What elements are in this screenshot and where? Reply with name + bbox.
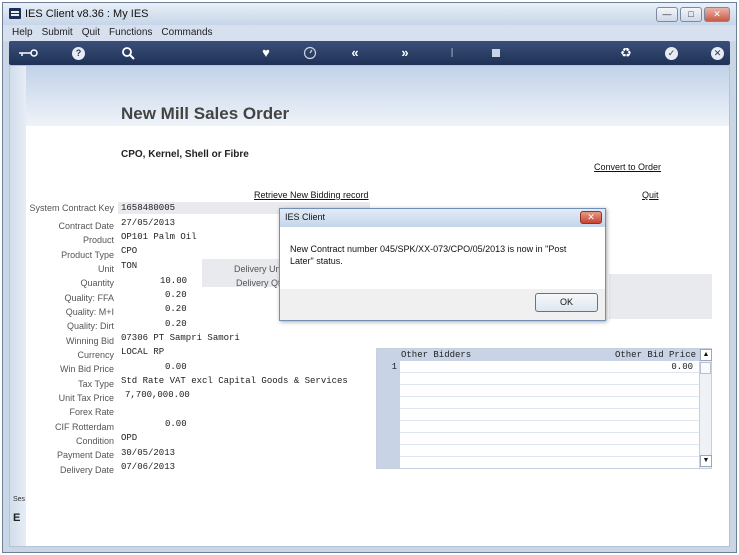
minimize-button[interactable]: —	[656, 7, 678, 22]
convert-to-order-link[interactable]: Convert to Order	[594, 162, 661, 172]
table-row[interactable]	[400, 397, 699, 409]
app-icon	[9, 8, 21, 19]
title-bar: IES Client v8.36 : My IES — □ ✕	[3, 3, 736, 25]
session-icon: E	[13, 512, 21, 524]
rewind-icon[interactable]: «	[347, 45, 363, 61]
value-product-type[interactable]: CPO	[121, 246, 137, 256]
value-unit[interactable]: TON	[121, 261, 137, 271]
label-quantity: Quantity	[80, 278, 114, 288]
value-quality-mi[interactable]: 0.20	[165, 304, 187, 314]
retrieve-bidding-link[interactable]: Retrieve New Bidding record	[254, 190, 369, 200]
value-unit-tax-price[interactable]: 7,700,000.00	[125, 390, 190, 400]
label-delivery-date: Delivery Date	[59, 465, 114, 475]
window-title: IES Client v8.36 : My IES	[25, 8, 149, 20]
label-tax-type: Tax Type	[78, 379, 114, 389]
value-quality-ffa[interactable]: 0.20	[165, 290, 187, 300]
table-row[interactable]: 0.00	[400, 361, 699, 373]
value-delivery-date[interactable]: 07/06/2013	[121, 462, 175, 472]
label-winning-bid: Winning Bid	[65, 336, 114, 346]
value-quality-dirt[interactable]: 0.20	[165, 319, 187, 329]
label-win-bid-price: Win Bid Price	[59, 364, 114, 374]
label-forex-rate: Forex Rate	[69, 407, 114, 417]
column-other-bid-price[interactable]: Other Bid Price	[615, 350, 696, 360]
page-title: New Mill Sales Order	[121, 104, 290, 123]
close-icon[interactable]: ✕	[711, 47, 724, 60]
menu-commands[interactable]: Commands	[161, 25, 212, 41]
scroll-up-icon[interactable]: ▲	[700, 349, 712, 361]
table-row[interactable]	[400, 385, 699, 397]
value-condition[interactable]: OPD	[121, 433, 137, 443]
label-condition: Condition	[75, 436, 114, 446]
menu-quit[interactable]: Quit	[82, 25, 100, 41]
menu-functions[interactable]: Functions	[109, 25, 152, 41]
heart-icon[interactable]: ♥	[259, 45, 273, 61]
page-subtitle: CPO, Kernel, Shell or Fibre	[121, 149, 249, 160]
recycle-icon[interactable]: ♻	[618, 45, 634, 61]
label-system-contract-key: System Contract Key	[29, 203, 114, 213]
table-row[interactable]	[400, 373, 699, 385]
value-cif-rotterdam[interactable]: 0.00	[165, 419, 187, 429]
other-bidders-grid: Other Bidders Other Bid Price 1 0.00 ▲ ▼	[376, 348, 712, 469]
dialog-body: New Contract number 045/SPK/XX-073/CPO/0…	[280, 227, 605, 289]
value-tax-type[interactable]: Std Rate VAT excl Capital Goods & Servic…	[121, 376, 348, 386]
value-quantity[interactable]: 10.00	[160, 276, 187, 286]
column-other-bidders[interactable]: Other Bidders	[401, 350, 471, 360]
ok-button[interactable]: OK	[535, 293, 598, 312]
table-row[interactable]	[400, 433, 699, 445]
label-unit: Unit	[97, 264, 114, 274]
label-quality-dirt: Quality: Dirt	[66, 321, 114, 331]
value-system-contract-key[interactable]: 1658480005	[121, 203, 175, 213]
row-number: 1	[391, 362, 397, 372]
scroll-down-icon[interactable]: ▼	[700, 455, 712, 467]
menu-submit[interactable]: Submit	[42, 25, 73, 41]
label-currency: Currency	[77, 350, 114, 360]
menu-help[interactable]: Help	[12, 25, 33, 41]
value-currency[interactable]: LOCAL RP	[121, 347, 164, 357]
clock-icon[interactable]	[303, 45, 317, 61]
value-product[interactable]: OP101 Palm Oil	[121, 232, 197, 242]
window-close-button[interactable]: ✕	[704, 7, 730, 22]
label-quality-ffa: Quality: FFA	[64, 293, 114, 303]
text-cursor-icon[interactable]: I	[446, 45, 458, 61]
value-win-bid-price[interactable]: 0.00	[165, 362, 187, 372]
label-delivery-unit: Delivery Unit	[233, 264, 285, 274]
label-product: Product	[82, 235, 114, 245]
table-row[interactable]	[400, 421, 699, 433]
message-dialog: IES Client ✕ New Contract number 045/SPK…	[279, 208, 606, 321]
label-cif-rotterdam: CIF Rotterdam	[54, 422, 114, 432]
value-payment-date[interactable]: 30/05/2013	[121, 448, 175, 458]
dialog-title: IES Client	[285, 212, 326, 222]
label-product-type: Product Type	[61, 250, 114, 260]
label-unit-tax-price: Unit Tax Price	[58, 393, 114, 403]
menu-bar: Help Submit Quit Functions Commands	[3, 25, 736, 41]
scroll-thumb[interactable]	[700, 362, 711, 374]
toolbar: ? ♥ « » I ♻ ✓ ✕	[9, 41, 730, 65]
label-contract-date: Contract Date	[58, 221, 114, 231]
label-quality-mi: Quality: M+I	[65, 307, 114, 317]
right-info-box	[609, 274, 712, 319]
table-row[interactable]	[400, 409, 699, 421]
value-winning-bid[interactable]: 07306 PT Sampri Samori	[121, 333, 240, 343]
dialog-title-bar: IES Client ✕	[280, 209, 605, 227]
grid-header: Other Bidders Other Bid Price	[377, 349, 699, 361]
label-payment-date: Payment Date	[56, 450, 114, 460]
dialog-close-button[interactable]: ✕	[580, 211, 602, 224]
search-icon[interactable]	[121, 45, 135, 61]
help-icon[interactable]: ?	[72, 47, 85, 60]
bid-price-cell[interactable]: 0.00	[671, 362, 693, 372]
quit-link[interactable]: Quit	[642, 190, 659, 200]
grid-scrollbar[interactable]: ▲ ▼	[699, 349, 712, 468]
stop-icon[interactable]	[489, 45, 503, 61]
value-contract-date[interactable]: 27/05/2013	[121, 218, 175, 228]
dialog-message: New Contract number 045/SPK/XX-073/CPO/0…	[290, 244, 567, 266]
maximize-button[interactable]: □	[680, 7, 702, 22]
check-icon[interactable]: ✓	[665, 47, 678, 60]
session-label: Ses	[13, 496, 26, 503]
grid-row-numbers: 1	[377, 361, 400, 468]
key-icon[interactable]	[17, 45, 39, 61]
label-delivery-qty: Delivery Qty	[235, 278, 285, 288]
fast-forward-icon[interactable]: »	[397, 45, 413, 61]
table-row[interactable]	[400, 445, 699, 457]
